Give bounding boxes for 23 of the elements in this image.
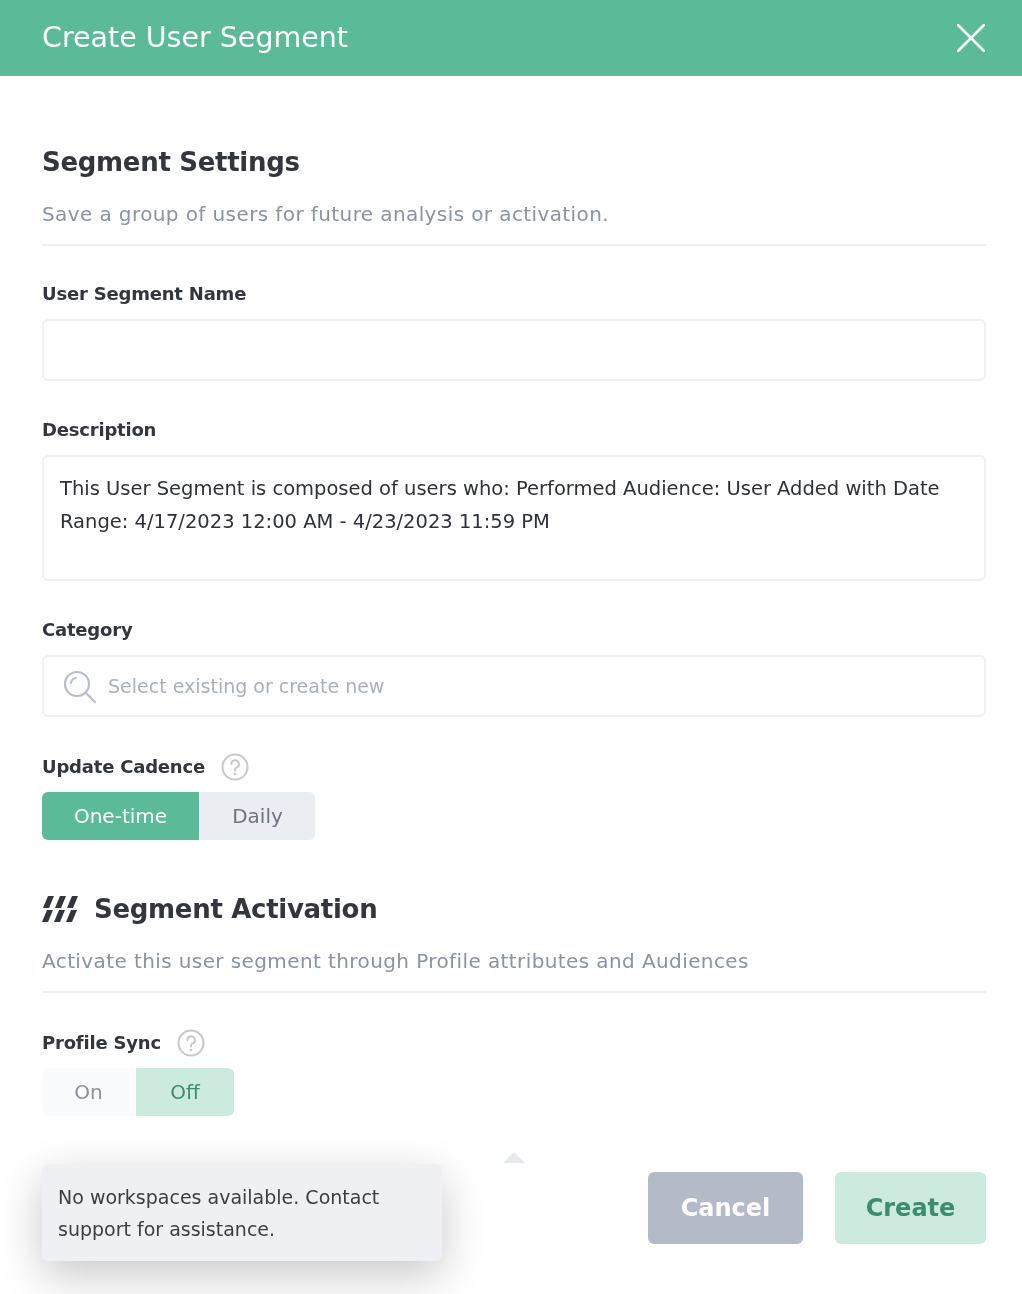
help-icon[interactable] <box>176 1029 205 1057</box>
field-label: User Segment Name <box>42 282 248 306</box>
close-button[interactable] <box>957 24 985 52</box>
help-icon[interactable] <box>220 753 249 781</box>
section-subtitle: Save a group of users for future analysis or activation. <box>42 201 611 228</box>
field-label: Description <box>42 418 158 442</box>
cadence-option[interactable]: One-time <box>42 792 199 840</box>
pointer-triangle-icon <box>503 1152 525 1163</box>
cadence-option[interactable]: Daily <box>200 792 315 840</box>
dialog-title: Create User Segment <box>42 20 349 56</box>
tooltip: No workspaces available. Contact support for assistance. <box>42 1164 442 1261</box>
field-label: Profile Sync <box>42 1031 161 1055</box>
search-field[interactable]: Select existing or create new <box>42 655 986 717</box>
search-icon <box>63 670 97 704</box>
field-label: Category <box>42 618 134 642</box>
description-field[interactable]: This User Segment is composed of users who: Performed Audience: User Added with Date Range: 4/17/2023 12:00 AM - 4/23/2023 11:59 PM <box>42 455 986 581</box>
stripes-logo-icon <box>42 895 78 923</box>
field-label: Update Cadence <box>42 755 205 779</box>
cancel-button[interactable]: Cancel <box>648 1172 803 1244</box>
section-heading: Segment Settings <box>42 146 301 179</box>
section-subtitle: Activate this user segment through Profile attributes and Audiences <box>42 948 750 975</box>
section-heading: Segment Activation <box>94 893 378 926</box>
close-icon <box>957 24 985 52</box>
